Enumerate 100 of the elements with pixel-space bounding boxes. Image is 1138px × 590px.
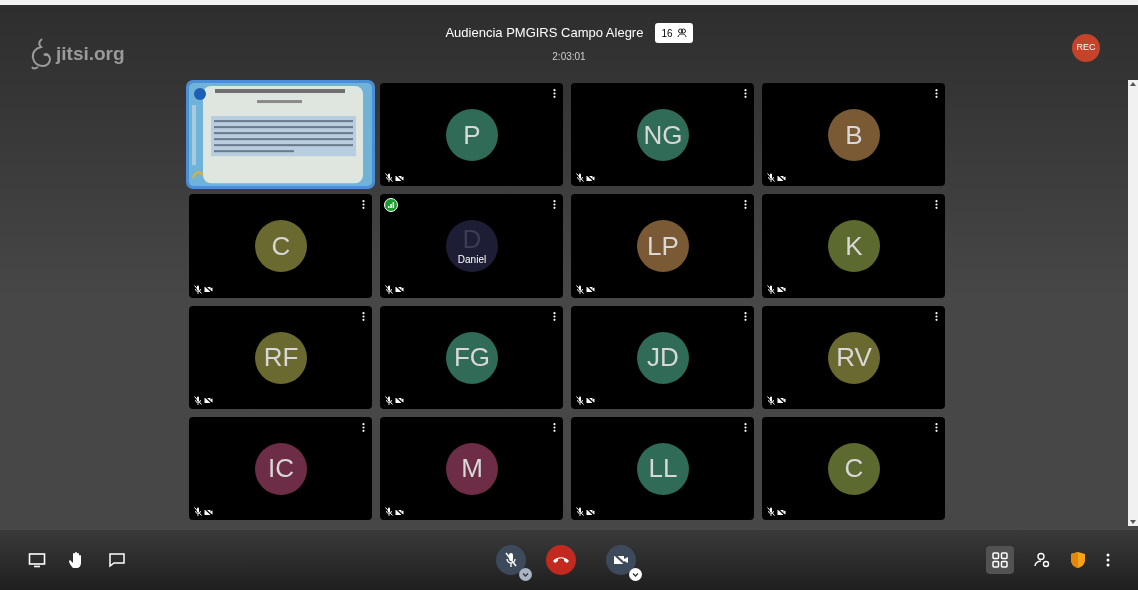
more-options-icon[interactable]: [362, 200, 365, 210]
caret-icon[interactable]: [519, 568, 532, 581]
muted-microphone-icon: [194, 507, 202, 516]
scrollbar[interactable]: [1128, 80, 1138, 526]
avatar-initials: RF: [263, 341, 299, 374]
avatar-initials: K: [845, 229, 863, 263]
avatar-initials: IC: [268, 452, 294, 486]
hang-up-button[interactable]: [546, 545, 576, 575]
chat-icon[interactable]: [108, 552, 126, 568]
participant-tile[interactable]: P: [380, 83, 563, 187]
participant-tile[interactable]: JD: [571, 305, 754, 409]
participant-tile[interactable]: RF: [189, 305, 372, 409]
muted-microphone-icon: [576, 173, 584, 183]
participant-tile[interactable]: IC: [189, 416, 372, 520]
more-options-icon[interactable]: [553, 89, 556, 98]
invite-person-icon[interactable]: [1034, 552, 1050, 568]
participant-tile[interactable]: NG: [571, 83, 754, 187]
more-options-icon[interactable]: [935, 89, 938, 98]
muted-microphone-icon: [385, 173, 393, 183]
muted-microphone-icon: [194, 395, 202, 405]
more-options-icon[interactable]: [744, 311, 747, 321]
screen-share-icon[interactable]: [28, 552, 46, 568]
scroll-down-icon[interactable]: [1129, 518, 1137, 526]
avatar-initials: B: [845, 118, 863, 152]
participant-tile[interactable]: C: [762, 416, 945, 520]
camera-off-icon: [395, 285, 404, 293]
participant-count-badge[interactable]: 16: [655, 23, 693, 43]
muted-microphone-icon: [767, 284, 775, 294]
participant-tile[interactable]: B: [762, 83, 945, 187]
avatar-initials: C: [844, 452, 864, 486]
recording-indicator: REC: [1072, 34, 1100, 62]
more-options-icon[interactable]: [362, 422, 365, 432]
participant-tile[interactable]: C: [189, 194, 372, 298]
camera-off-icon: [777, 285, 786, 293]
more-options-icon[interactable]: [744, 422, 747, 432]
camera-off-icon: [777, 396, 786, 405]
camera-off-icon: [586, 173, 595, 182]
microphone-icon: [504, 552, 518, 568]
muted-microphone-icon: [767, 395, 775, 405]
more-options-icon[interactable]: [935, 311, 938, 321]
more-options-icon[interactable]: [362, 311, 365, 321]
people-icon: [676, 28, 687, 38]
participant-tile[interactable]: RV: [762, 305, 945, 409]
camera-off-icon: [395, 396, 404, 405]
participant-name: Daniel: [456, 253, 488, 268]
camera-off-icon: [586, 285, 595, 293]
logo-icon: [30, 37, 52, 71]
more-options-icon[interactable]: [1106, 553, 1110, 567]
more-options-icon[interactable]: [553, 422, 556, 432]
more-options-icon[interactable]: [744, 89, 747, 98]
camera-off-icon: [586, 396, 595, 405]
muted-microphone-icon: [385, 395, 393, 405]
phone-icon: [552, 555, 570, 565]
avatar-initials: LP: [647, 229, 679, 263]
participant-tile[interactable]: FG: [380, 305, 563, 409]
meeting-duration: 2:03:01: [552, 50, 586, 64]
avatar-initials: C: [271, 229, 291, 263]
more-options-icon[interactable]: [935, 422, 938, 432]
avatar-initials: NG: [643, 118, 683, 152]
more-options-icon[interactable]: [553, 200, 556, 210]
muted-microphone-icon: [194, 284, 202, 294]
camera-off-icon: [395, 507, 404, 516]
camera-off-icon: [777, 173, 786, 182]
muted-microphone-icon: [767, 173, 775, 183]
muted-microphone-icon: [576, 395, 584, 405]
shield-icon[interactable]: [1070, 551, 1086, 569]
grid-icon: [992, 552, 1008, 568]
participant-tile[interactable]: M: [380, 416, 563, 520]
participant-tile[interactable]: LL: [571, 416, 754, 520]
microphone-button[interactable]: [496, 545, 526, 575]
camera-button[interactable]: [606, 545, 636, 575]
muted-microphone-icon: [767, 507, 775, 516]
muted-microphone-icon: [385, 284, 393, 294]
more-options-icon[interactable]: [744, 200, 747, 210]
avatar-initials: JD: [647, 341, 679, 374]
avatar-initials: FG: [453, 341, 491, 374]
caret-icon[interactable]: [629, 568, 642, 581]
camera-off-icon: [204, 285, 213, 293]
camera-icon: [613, 553, 629, 567]
avatar-initials: LL: [648, 452, 678, 486]
avatar-initials: M: [461, 452, 483, 486]
tile-view-button[interactable]: [986, 546, 1014, 574]
more-options-icon[interactable]: [553, 311, 556, 321]
camera-off-icon: [586, 507, 595, 516]
muted-microphone-icon: [385, 507, 393, 516]
meeting-title: Audiencia PMGIRS Campo Alegre: [445, 24, 644, 43]
connection-indicator-icon[interactable]: [384, 198, 398, 213]
more-options-icon[interactable]: [935, 200, 938, 210]
avatar-initials: RV: [836, 341, 872, 374]
muted-microphone-icon: [576, 284, 584, 294]
participant-tile[interactable]: LP: [571, 194, 754, 298]
muted-microphone-icon: [576, 507, 584, 516]
avatar-initials: P: [463, 118, 481, 152]
participant-tile[interactable]: K: [762, 194, 945, 298]
logo-text: jitsi.org: [56, 41, 125, 66]
camera-off-icon: [777, 507, 786, 516]
camera-off-icon: [204, 507, 213, 516]
camera-off-icon: [395, 173, 404, 182]
camera-off-icon: [204, 396, 213, 405]
scroll-up-icon[interactable]: [1129, 80, 1137, 88]
